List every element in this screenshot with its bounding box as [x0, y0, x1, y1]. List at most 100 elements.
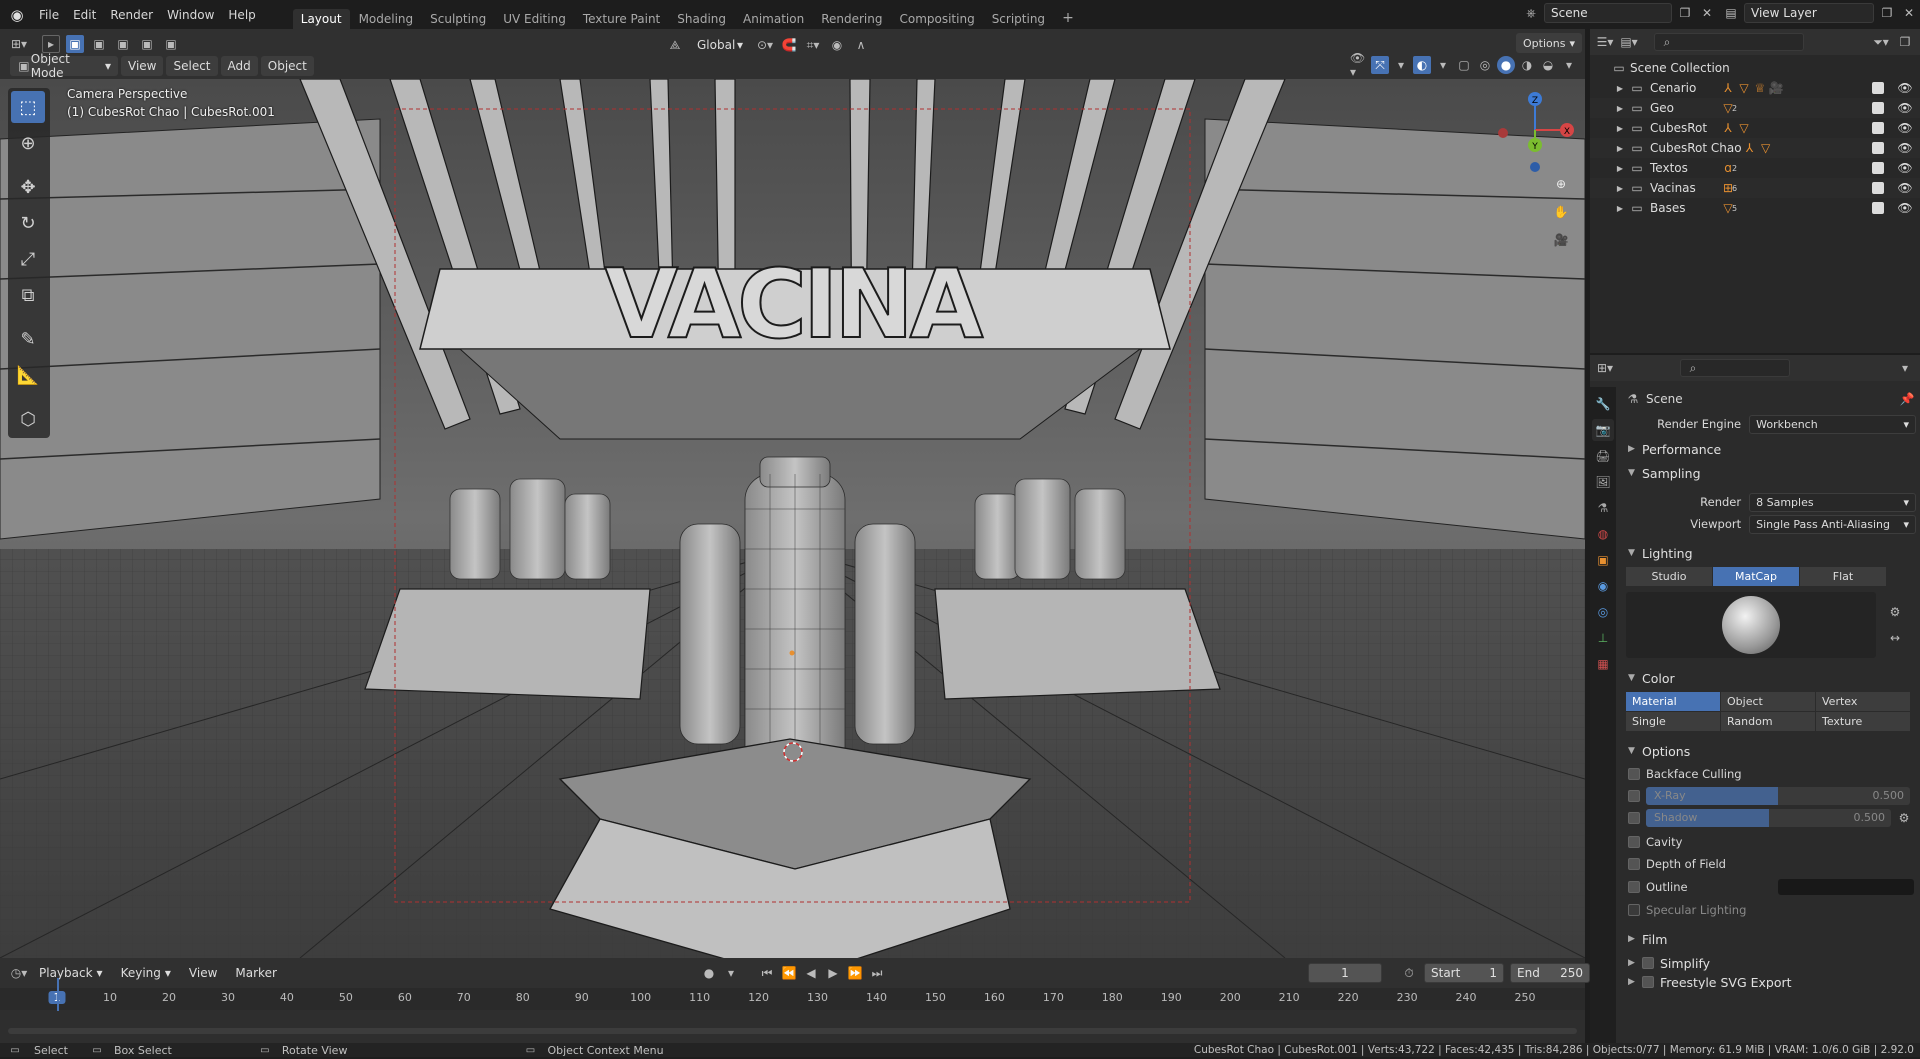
add-cube-tool-icon[interactable]: ⬡	[11, 403, 45, 435]
outliner-collection[interactable]: ▶ ▭ CubesRot Chao ⅄ ▽ 👁	[1590, 138, 1920, 158]
menu-select[interactable]: Select	[166, 56, 218, 76]
select-mode-invert-icon[interactable]: ▣	[138, 35, 156, 53]
exclude-checkbox[interactable]	[1872, 142, 1884, 154]
shadow-settings-gear-icon[interactable]: ⚙	[1895, 809, 1913, 827]
select-tool-icon[interactable]: ▸	[42, 35, 60, 53]
properties-options-icon[interactable]: ▾	[1896, 359, 1914, 377]
eye-icon[interactable]: 👁	[1896, 99, 1914, 117]
specular-lighting-checkbox[interactable]	[1628, 904, 1640, 916]
eye-icon[interactable]: 👁	[1896, 119, 1914, 137]
expand-arrow-icon[interactable]: ▶	[1614, 139, 1626, 157]
backface-culling-row[interactable]: Backface Culling	[1620, 763, 1916, 785]
outline-checkbox[interactable]	[1628, 881, 1640, 893]
jump-keyframe-forward-icon[interactable]: ⏩	[846, 964, 864, 982]
jump-keyframe-back-icon[interactable]: ⏪	[780, 964, 798, 982]
light-icon[interactable]: ♕	[1752, 79, 1768, 97]
snap-icon[interactable]: 🧲	[780, 36, 798, 54]
select-mode-extend-icon[interactable]: ▣	[90, 35, 108, 53]
shading-material-icon[interactable]: ◑	[1518, 56, 1536, 74]
tab-shading[interactable]: Shading	[669, 9, 734, 29]
view-layer-field[interactable]: View Layer	[1744, 3, 1874, 23]
color-vertex-button[interactable]: Vertex	[1816, 692, 1910, 711]
shadow-checkbox[interactable]	[1628, 812, 1640, 824]
outliner-collection[interactable]: ▶ ▭ Cenario ⅄ ▽ ♕ 🎥 👁	[1590, 78, 1920, 98]
scale-tool-icon[interactable]: ⤢	[11, 243, 45, 275]
expand-arrow-icon[interactable]: ▶	[1614, 179, 1626, 197]
transform-tool-icon[interactable]: ⧉	[11, 279, 45, 311]
mesh-icon[interactable]: ▽	[1758, 139, 1774, 157]
menu-playback[interactable]: Playback ▾	[32, 963, 110, 983]
output-tab-icon[interactable]: 🖨	[1592, 445, 1614, 467]
transform-orientation-dropdown[interactable]: Global ▾	[690, 35, 750, 55]
freestyle-panel-header[interactable]: ▶ Freestyle SVG Export	[1620, 975, 1916, 989]
tab-compositing[interactable]: Compositing	[891, 9, 982, 29]
outliner-search-input[interactable]: ⌕	[1654, 33, 1804, 51]
gizmo-toggle-icon[interactable]: ⤧	[1371, 56, 1389, 74]
tool-tab-icon[interactable]: 🔧	[1592, 393, 1614, 415]
cursor-tool-icon[interactable]: ⊕	[11, 127, 45, 159]
timeline-scrollbar[interactable]	[8, 1028, 1577, 1034]
matcap-flip-icon[interactable]: ↔	[1886, 629, 1904, 647]
outline-color-swatch[interactable]	[1778, 879, 1914, 895]
menu-file[interactable]: File	[32, 8, 66, 22]
select-mode-new-icon[interactable]: ▣	[66, 35, 84, 53]
outliner-collection[interactable]: ▶ ▭ Vacinas ⊞ 6 👁	[1590, 178, 1920, 198]
auto-keying-icon[interactable]: ●	[700, 964, 718, 982]
eye-icon[interactable]: 👁	[1896, 159, 1914, 177]
expand-arrow-icon[interactable]: ▶	[1614, 119, 1626, 137]
menu-keying[interactable]: Keying ▾	[114, 963, 178, 983]
freestyle-checkbox[interactable]	[1642, 976, 1654, 988]
menu-add[interactable]: Add	[220, 56, 258, 76]
menu-edit[interactable]: Edit	[66, 8, 103, 22]
color-object-button[interactable]: Object	[1721, 692, 1815, 711]
expand-arrow-icon[interactable]: ▶	[1614, 199, 1626, 217]
tab-uv-editing[interactable]: UV Editing	[495, 9, 574, 29]
play-reverse-icon[interactable]: ◀	[802, 964, 820, 982]
blender-logo-icon[interactable]: ◉	[8, 6, 26, 24]
matcap-settings-gear-icon[interactable]: ⚙	[1886, 603, 1904, 621]
scene-tab-icon[interactable]: ⚗	[1592, 497, 1614, 519]
measure-tool-icon[interactable]: 📐	[11, 359, 45, 391]
object-tab-icon[interactable]: ▣	[1592, 549, 1614, 571]
tab-modeling[interactable]: Modeling	[351, 9, 422, 29]
filter-icon[interactable]: ⏷▾	[1872, 33, 1890, 51]
3d-viewport[interactable]: VACINA Camera Perspective (1) CubesRot C…	[0, 79, 1585, 958]
object-mode-dropdown[interactable]: ▣ Object Mode ▾	[10, 52, 118, 80]
viewport-aa-dropdown[interactable]: Single Pass Anti-Aliasing ▾	[1749, 514, 1916, 534]
physics-tab-icon[interactable]: ◎	[1592, 601, 1614, 623]
timeline-editor-icon[interactable]: ◷▾	[10, 964, 28, 982]
eye-icon[interactable]: 👁	[1896, 179, 1914, 197]
new-collection-icon[interactable]: ❐	[1896, 33, 1914, 51]
menu-help[interactable]: Help	[221, 8, 262, 22]
outliner-collection[interactable]: ▶ ▭ Textos ɑ 2 👁	[1590, 158, 1920, 178]
world-tab-icon[interactable]: ◍	[1592, 523, 1614, 545]
select-mode-intersect-icon[interactable]: ▣	[162, 35, 180, 53]
render-engine-dropdown[interactable]: Workbench ▾	[1749, 414, 1916, 434]
xray-toggle-icon[interactable]: ▢	[1455, 56, 1473, 74]
scene-name-field[interactable]: Scene	[1544, 3, 1672, 23]
properties-search-input[interactable]: ⌕	[1680, 359, 1790, 377]
select-mode-subtract-icon[interactable]: ▣	[114, 35, 132, 53]
texture-tab-icon[interactable]: ▦	[1592, 653, 1614, 675]
scene-icon[interactable]: ⎈	[1522, 4, 1540, 22]
lighting-panel-header[interactable]: ▼ Lighting	[1620, 541, 1916, 565]
view-layer-icon[interactable]: ▤	[1722, 4, 1740, 22]
matcap-preview[interactable]	[1626, 592, 1876, 658]
options-panel-header[interactable]: ▼ Options	[1620, 739, 1916, 763]
zoom-icon[interactable]: ⊕	[1552, 175, 1570, 193]
menu-render[interactable]: Render	[103, 8, 160, 22]
cam-icon[interactable]: ⅄	[1720, 79, 1736, 97]
navigation-gizmo[interactable]: Z X Y	[1480, 85, 1575, 185]
empty-icon[interactable]: ⅄	[1720, 119, 1736, 137]
menu-marker[interactable]: Marker	[228, 963, 283, 983]
empty-icon[interactable]: ⅄	[1742, 139, 1758, 157]
tab-layout[interactable]: Layout	[292, 9, 350, 29]
overlays-dropdown-icon[interactable]: ▾	[1434, 56, 1452, 74]
exclude-checkbox[interactable]	[1872, 202, 1884, 214]
jump-start-icon[interactable]: ⏮	[758, 964, 776, 982]
visibility-icon[interactable]: 👁▾	[1350, 51, 1368, 79]
modifier-tab-icon[interactable]: ◉	[1592, 575, 1614, 597]
mesh-icon[interactable]: ▽	[1736, 79, 1752, 97]
delete-scene-icon[interactable]: ✕	[1698, 4, 1716, 22]
tab-scripting[interactable]: Scripting	[984, 9, 1053, 29]
